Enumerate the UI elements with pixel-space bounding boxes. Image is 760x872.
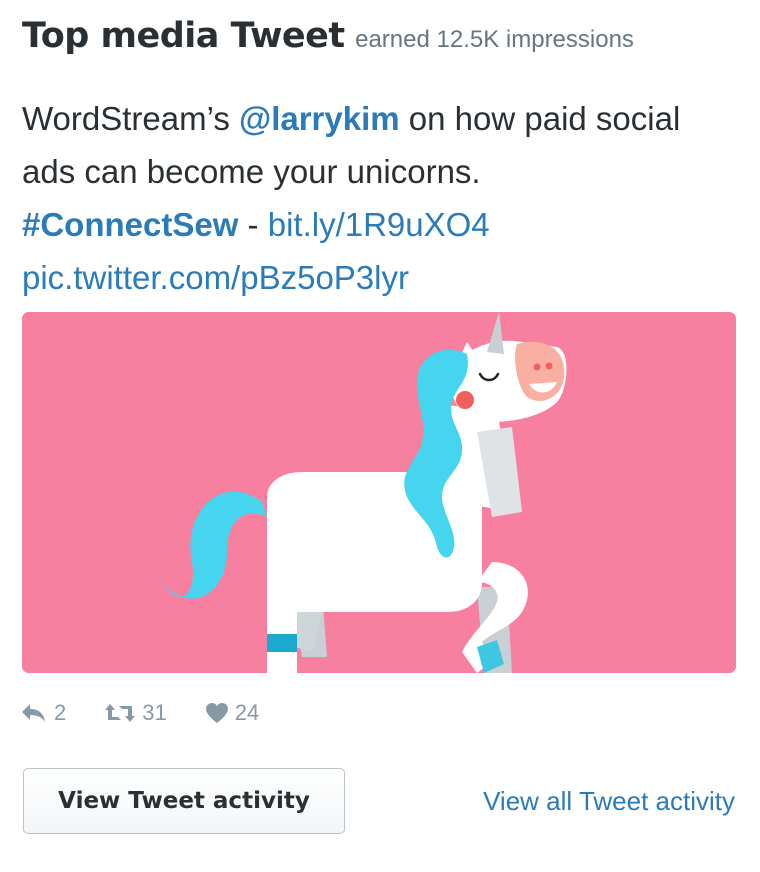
- unicorn-illustration: [22, 312, 736, 673]
- like-count: 24: [234, 700, 260, 725]
- retweet-count: 31: [142, 700, 167, 725]
- reply-count: 2: [54, 700, 67, 725]
- pic-link[interactable]: pic.twitter.com/pBz5oP3lyr: [22, 259, 409, 296]
- card-title: Top media Tweet: [22, 16, 345, 56]
- reply-action[interactable]: 2: [20, 700, 66, 726]
- tweet-separator: -: [238, 206, 268, 243]
- like-action[interactable]: 24: [205, 700, 259, 726]
- card-header: Top media Tweet earned 12.5K impressions: [22, 16, 634, 56]
- heart-icon: [205, 703, 228, 723]
- view-all-tweet-activity-link[interactable]: View all Tweet activity: [483, 786, 735, 817]
- view-tweet-activity-button[interactable]: View Tweet activity: [23, 768, 345, 834]
- short-link[interactable]: bit.ly/1R9uXO4: [268, 206, 490, 243]
- tweet-text: WordStream’s @larrykim on how paid socia…: [22, 92, 742, 304]
- retweet-action[interactable]: 31: [104, 700, 167, 726]
- reply-icon: [22, 704, 45, 722]
- impressions-label: earned 12.5K impressions: [355, 26, 634, 53]
- retweet-icon: [105, 704, 136, 722]
- mention-link[interactable]: @larrykim: [239, 100, 400, 137]
- tweet-text-prefix: WordStream’s: [22, 100, 240, 137]
- tweet-actions: 2 31 24: [20, 700, 297, 726]
- tweet-media-image[interactable]: [22, 312, 736, 673]
- hashtag-link[interactable]: #ConnectSew: [22, 206, 238, 243]
